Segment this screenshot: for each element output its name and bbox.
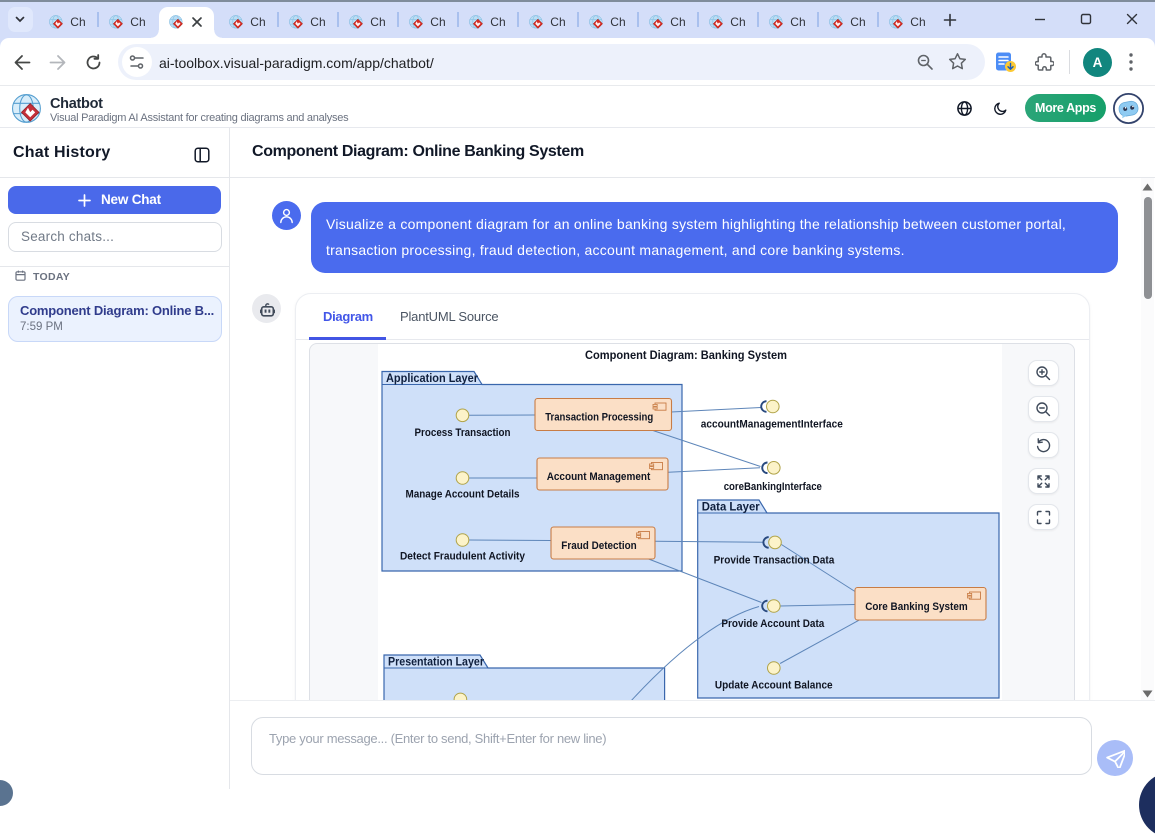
- svg-text:Account Management: Account Management: [547, 471, 651, 483]
- svg-text:Core Banking System: Core Banking System: [865, 600, 968, 612]
- svg-text:Provide Transaction Data: Provide Transaction Data: [714, 554, 835, 566]
- svg-text:Manage Account Details: Manage Account Details: [406, 488, 520, 500]
- svg-text:Application Layer: Application Layer: [386, 372, 478, 385]
- svg-text:accountManagementInterface: accountManagementInterface: [701, 418, 843, 430]
- svg-text:Presentation Layer: Presentation Layer: [388, 655, 484, 668]
- svg-text:coreBankingInterface: coreBankingInterface: [724, 481, 822, 493]
- svg-text:Process Transaction: Process Transaction: [415, 427, 511, 439]
- svg-text:Provide Account Data: Provide Account Data: [721, 618, 824, 630]
- svg-text:Transaction Processing: Transaction Processing: [545, 411, 653, 423]
- svg-text:Component Diagram: Banking Sys: Component Diagram: Banking System: [585, 348, 787, 362]
- svg-text:Data Layer: Data Layer: [702, 500, 760, 513]
- svg-text:Detect Fraudulent Activity: Detect Fraudulent Activity: [400, 550, 525, 562]
- svg-text:Update Account Balance: Update Account Balance: [715, 679, 833, 691]
- svg-text:Fraud Detection: Fraud Detection: [561, 540, 636, 552]
